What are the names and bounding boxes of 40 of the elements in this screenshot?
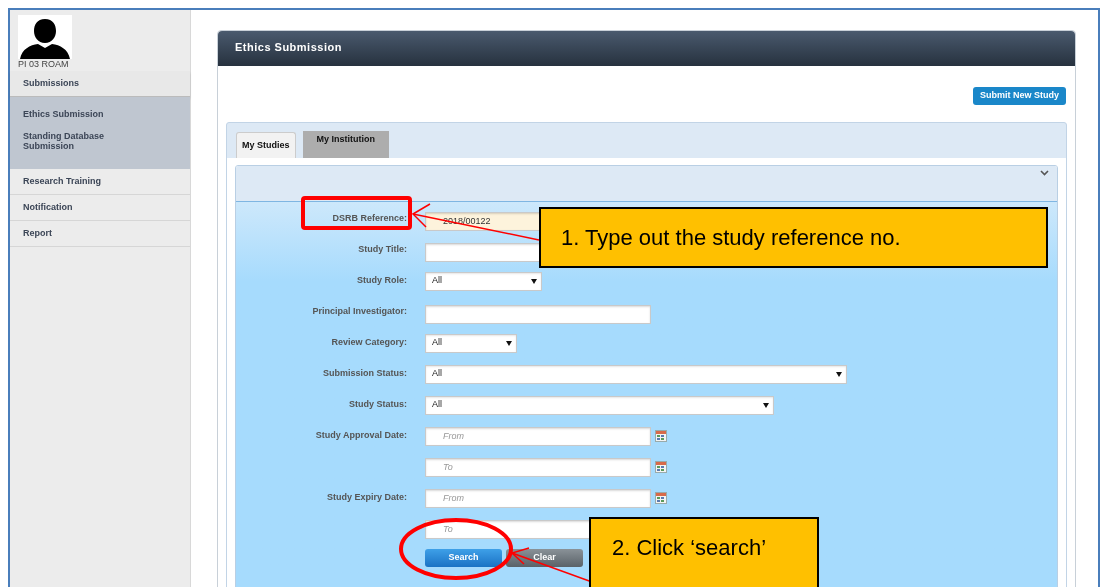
field-label: Study Expiry Date:	[326, 491, 407, 505]
calendar-icon[interactable]	[655, 430, 667, 442]
text-field[interactable]	[425, 304, 651, 324]
calendar-icon[interactable]	[655, 461, 667, 473]
chevron-down-icon[interactable]	[1040, 170, 1049, 176]
date-field[interactable]: From	[425, 488, 651, 508]
date-field[interactable]: From	[425, 426, 651, 446]
avatar	[18, 15, 72, 59]
sidebar-item[interactable]: Research Training	[10, 169, 190, 195]
date-field[interactable]: To	[425, 457, 651, 477]
field-label: Study Role:	[357, 274, 407, 288]
tab[interactable]: My Institution	[302, 131, 389, 158]
field-label: Review Category:	[331, 336, 407, 350]
sidebar-subitem[interactable]: Standing Database Submission	[10, 131, 190, 151]
dropdown[interactable]: All	[425, 364, 847, 384]
dropdown-arrow-icon	[531, 278, 537, 284]
field-label: Submission Status:	[323, 367, 407, 381]
dropdown-arrow-icon	[506, 340, 512, 346]
panel-title: Ethics Submission	[218, 31, 1075, 66]
sidebar-item[interactable]: Report	[10, 221, 190, 247]
sidebar-subitem[interactable]: Ethics Submission	[10, 109, 190, 119]
field-label: DSRB Reference:	[332, 212, 407, 226]
dropdown[interactable]: All	[425, 271, 542, 291]
dropdown[interactable]: All	[425, 333, 517, 353]
sidebar-item[interactable]: Submissions	[10, 71, 190, 97]
search-button[interactable]: Search	[425, 549, 502, 567]
submit-new-study-button[interactable]: Submit New Study	[973, 87, 1066, 105]
user-name: PI 03 ROAM	[18, 59, 70, 69]
callout-tooltip: 2. Click ‘search’	[589, 517, 819, 587]
sidebar-item[interactable]: Notification	[10, 195, 190, 221]
tab[interactable]: My Studies	[236, 132, 296, 158]
field-label: Principal Investigator:	[312, 305, 407, 319]
field-label: Study Title:	[358, 243, 407, 257]
dropdown-arrow-icon	[836, 371, 842, 377]
dropdown-arrow-icon	[763, 402, 769, 408]
field-label: Study Approval Date:	[315, 429, 407, 443]
field-label: Study Status:	[349, 398, 407, 412]
dropdown[interactable]: All	[425, 395, 774, 415]
callout-tooltip: 1. Type out the study reference no.	[539, 207, 1048, 268]
calendar-icon[interactable]	[655, 492, 667, 504]
